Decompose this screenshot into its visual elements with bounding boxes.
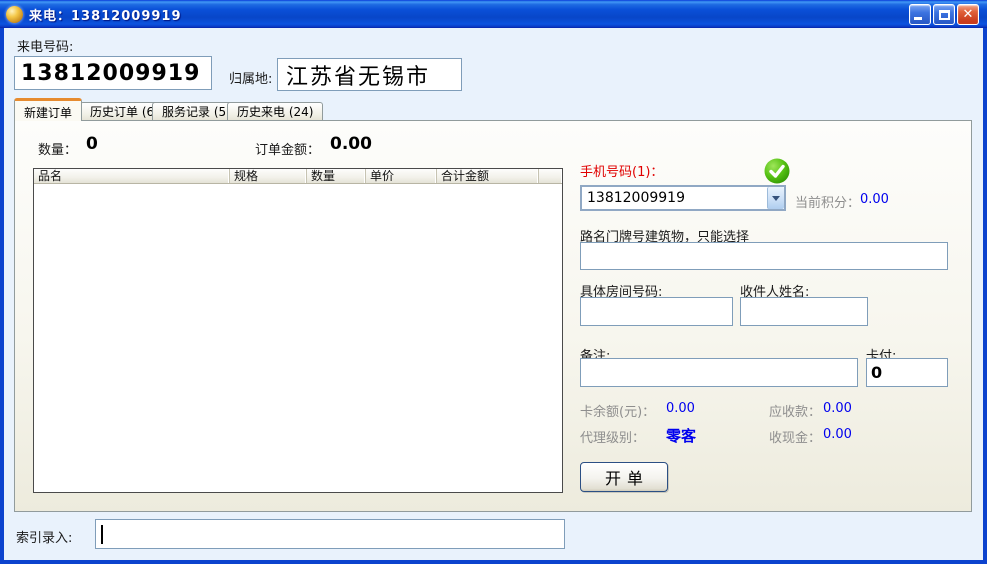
card-balance-label: 卡余额(元)： [580,401,655,420]
phone-number-select[interactable]: 13812009919 [580,185,786,211]
table-header-quantity[interactable]: 数量 [307,169,366,183]
create-order-button[interactable]: 开单 [580,462,668,492]
room-number-input[interactable] [580,297,733,326]
card-pay-input[interactable] [866,358,948,387]
agent-level-value: 零客 [666,425,696,446]
recipient-name-input[interactable] [740,297,868,326]
index-entry-label: 索引录入: [16,527,72,546]
caller-location-label: 归属地: [229,68,272,87]
order-items-table[interactable]: 品名 规格 数量 单价 合计金额 [33,168,563,493]
window-title: 来电：13812009919 [29,5,182,24]
table-header-product[interactable]: 品名 [34,169,230,183]
cash-received-label: 收现金： [769,427,821,446]
remark-input[interactable] [580,358,858,387]
receivable-label: 应收款： [769,401,821,420]
order-amount-label: 订单金额： [255,139,320,158]
verified-check-icon [764,158,790,184]
application-window: 来电：13812009919 ✕ 来电号码: 13812009919 归属地: … [0,0,987,564]
address-input[interactable] [580,242,948,270]
order-amount-value: 0.00 [330,134,372,154]
minimize-button[interactable] [909,4,931,25]
table-header-filler [539,169,562,183]
quantity-value: 0 [86,134,98,154]
text-caret [101,525,103,544]
app-icon [6,6,23,23]
receivable-value: 0.00 [823,401,852,416]
maximize-icon [939,10,950,20]
close-icon: ✕ [958,6,978,24]
maximize-button[interactable] [933,4,955,25]
current-points-value: 0.00 [860,192,889,207]
tab-new-order[interactable]: 新建订单 [14,98,82,121]
agent-level-label: 代理级别： [580,427,645,446]
caller-number-label: 来电号码: [17,36,73,55]
phone-number-label: 手机号码(1)： [580,161,663,180]
table-header-price[interactable]: 单价 [366,169,437,183]
table-header-total[interactable]: 合计金额 [437,169,539,183]
table-header-spec[interactable]: 规格 [230,169,307,183]
caller-number-box: 13812009919 [14,56,212,90]
quantity-label: 数量： [38,139,77,158]
tab-call-history[interactable]: 历史来电 (24) [227,102,323,121]
caller-location-box: 江苏省无锡市 [277,58,462,91]
phone-dropdown-button[interactable] [767,187,784,209]
current-points-label: 当前积分： [795,192,860,211]
cash-received-value: 0.00 [823,427,852,442]
table-header-row: 品名 规格 数量 单价 合计金额 [34,169,562,184]
phone-number-selected-value: 13812009919 [582,190,767,206]
card-balance-value: 0.00 [666,401,695,416]
close-button[interactable]: ✕ [957,4,979,25]
chevron-down-icon [772,196,780,201]
title-bar[interactable]: 来电：13812009919 ✕ [0,0,987,28]
index-entry-input[interactable] [95,519,565,549]
caller-number-value: 13812009919 [15,61,200,86]
minimize-icon [914,17,922,20]
caller-location-value: 江苏省无锡市 [278,59,430,91]
